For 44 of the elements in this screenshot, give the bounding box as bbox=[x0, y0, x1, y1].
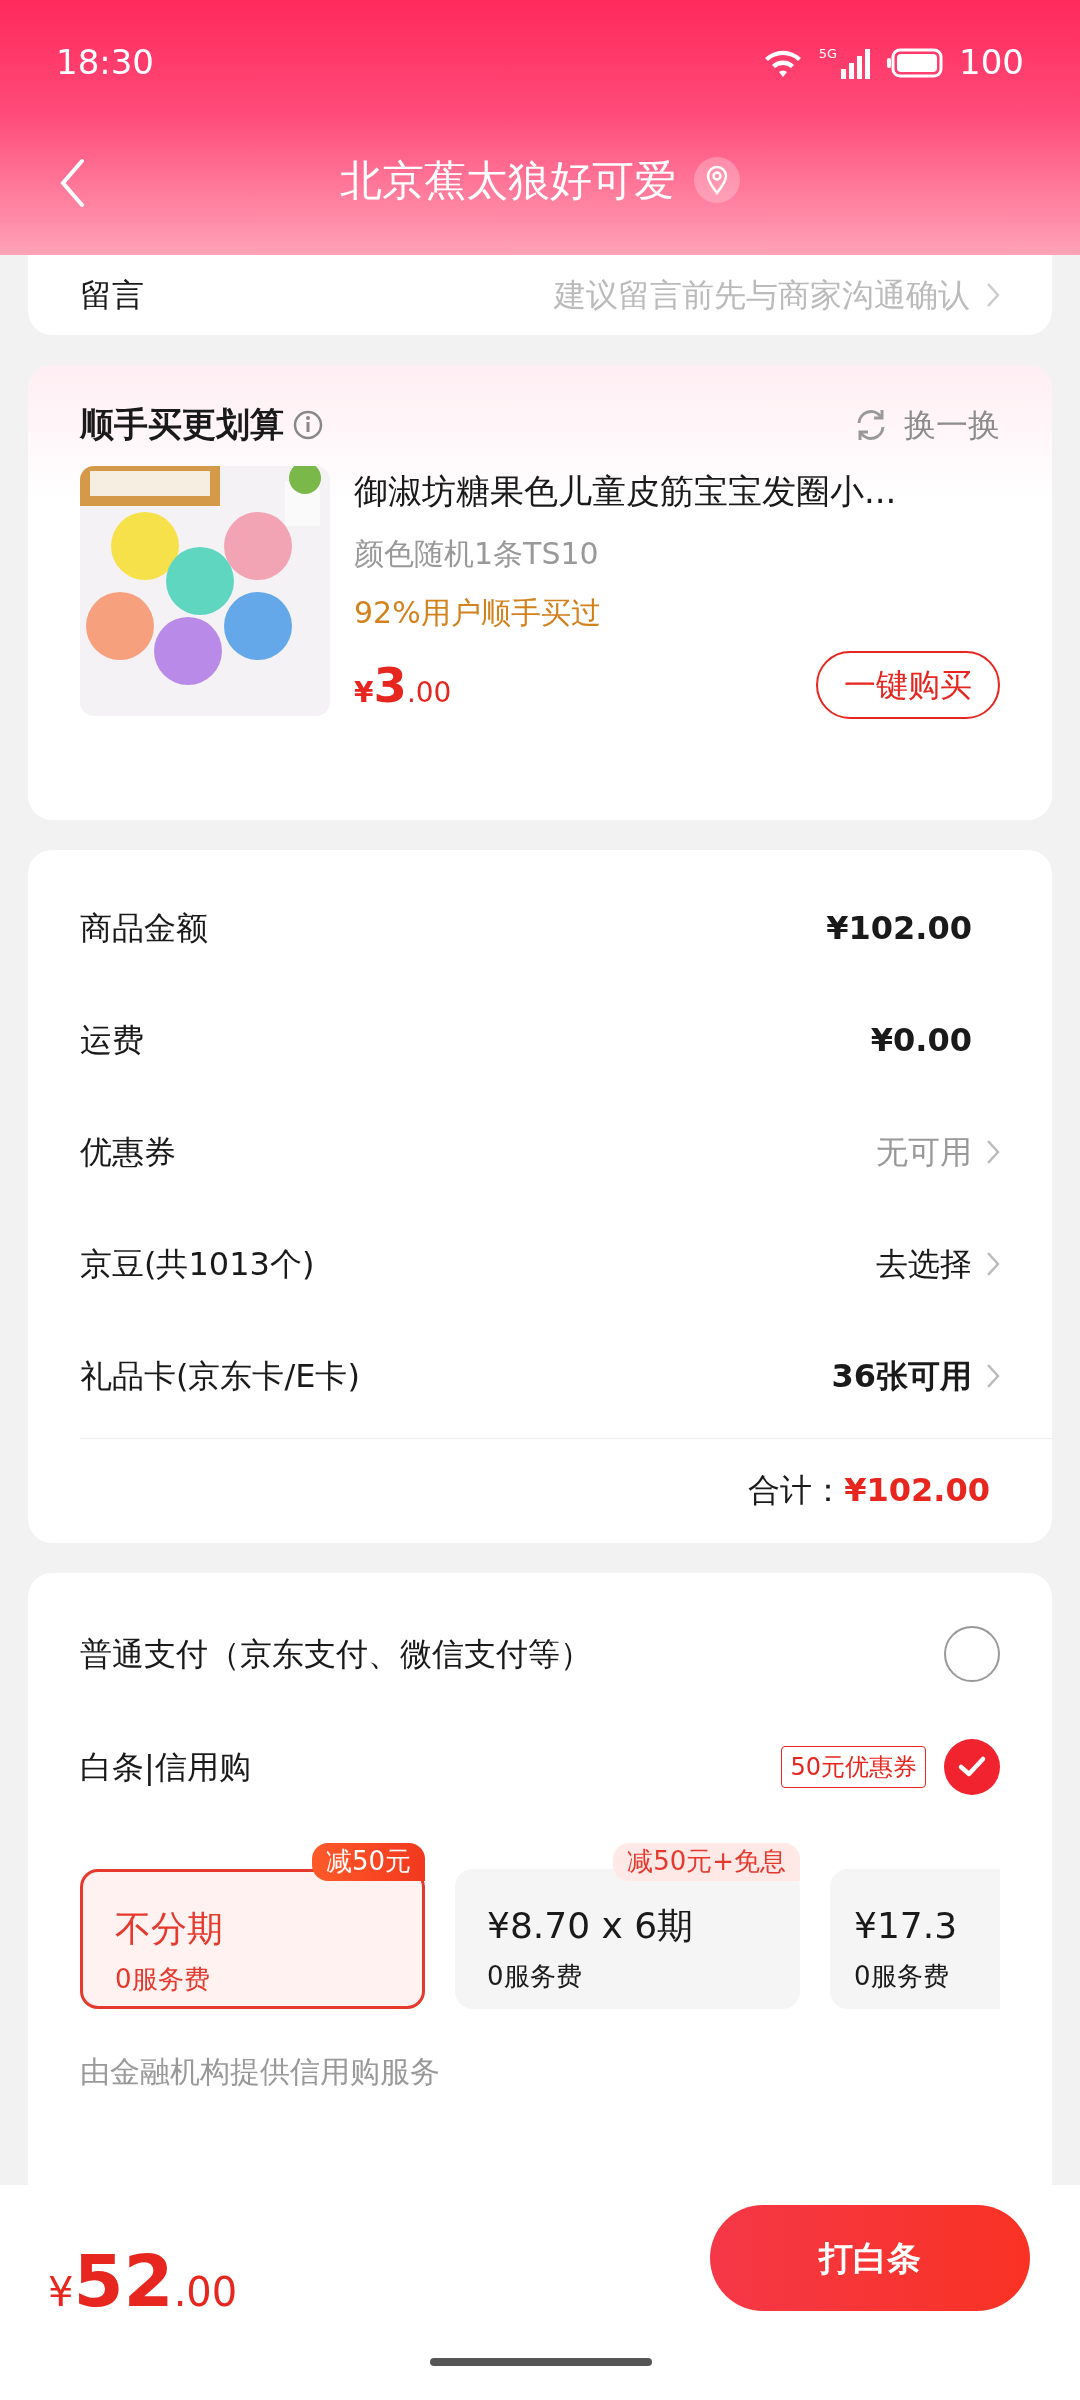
product-title[interactable]: 御淑坊糖果色儿童皮筋宝宝发圈小... bbox=[354, 466, 1000, 517]
chevron-icon bbox=[986, 1363, 1000, 1389]
note-label: 留言 bbox=[80, 275, 144, 316]
discount-tag: 减50元+免息 bbox=[613, 1843, 800, 1881]
buy-button[interactable]: 一键购买 bbox=[816, 651, 1000, 719]
section-title: 顺手买更划算 bbox=[80, 403, 284, 446]
chevron-icon bbox=[986, 1251, 1000, 1277]
note-placeholder: 建议留言前先与商家沟通确认 bbox=[554, 275, 970, 316]
service-note: 由金融机构提供信用购服务 bbox=[80, 2053, 441, 2091]
info-icon[interactable] bbox=[292, 408, 324, 441]
promo-text: 92%用户顺手买过 bbox=[354, 594, 602, 632]
row-value: ¥102.00 bbox=[826, 908, 972, 949]
total-price: ¥52.00 bbox=[48, 2238, 238, 2325]
row-value[interactable]: 36张可用 bbox=[831, 1352, 972, 1400]
pay-button[interactable]: 打白条 bbox=[710, 2205, 1030, 2311]
payment-option[interactable]: 白条|信用购 bbox=[80, 1742, 251, 1791]
location-icon[interactable] bbox=[694, 157, 740, 203]
installment-option[interactable]: ¥17.3 0服务费 bbox=[830, 1869, 1000, 2009]
coupon-tag: 50元优惠券 bbox=[781, 1745, 926, 1788]
status-time: 18:30 bbox=[56, 41, 154, 84]
total-value: ¥102.00 bbox=[844, 1470, 990, 1511]
row-label: 商品金额 bbox=[80, 908, 208, 949]
battery-icon bbox=[887, 47, 944, 78]
row-label: 优惠券 bbox=[80, 1132, 176, 1173]
product-price: ¥3.00 bbox=[354, 656, 452, 715]
check-icon bbox=[957, 1754, 987, 1779]
row-value: ¥0.00 bbox=[870, 1020, 972, 1061]
back-icon[interactable] bbox=[58, 157, 86, 209]
battery-level: 100 bbox=[959, 41, 1024, 84]
row-label: 京豆(共1013个) bbox=[80, 1244, 315, 1285]
row-value[interactable]: 去选择 bbox=[876, 1240, 972, 1288]
note-row[interactable]: 留言 建议留言前先与商家沟通确认 bbox=[28, 255, 1052, 335]
row-label: 礼品卡(京东卡/E卡) bbox=[80, 1356, 360, 1397]
radio-button[interactable] bbox=[944, 1625, 1000, 1682]
network-label: 5G bbox=[818, 46, 838, 60]
chevron-icon bbox=[986, 282, 1000, 308]
signal-icon bbox=[841, 46, 872, 79]
payment-option[interactable]: 普通支付（京东支付、微信支付等） bbox=[80, 1629, 592, 1678]
product-spec: 颜色随机1条TS10 bbox=[354, 535, 600, 573]
total-label: 合计： bbox=[748, 1470, 845, 1511]
row-label: 运费 bbox=[80, 1020, 144, 1061]
discount-tag: 减50元 bbox=[311, 1843, 425, 1881]
page-title: 北京蕉太狼好可爱 bbox=[340, 154, 676, 207]
chevron-icon bbox=[986, 1139, 1000, 1165]
